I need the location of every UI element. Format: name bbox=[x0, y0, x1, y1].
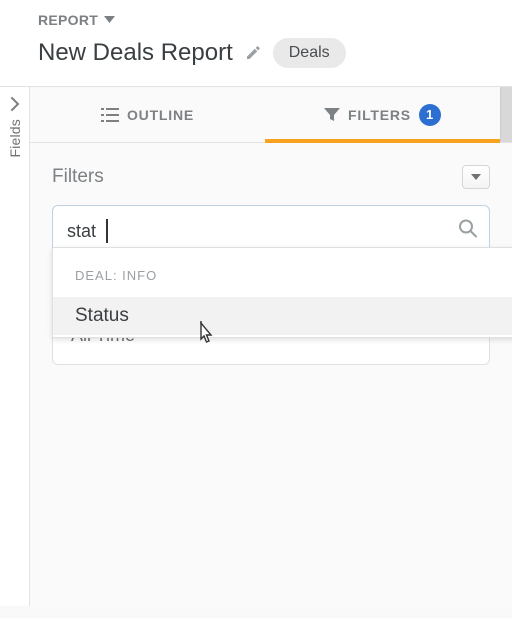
suggestion-group-label: DEAL: INFO bbox=[53, 266, 512, 297]
adjacent-panel-stub bbox=[500, 87, 512, 142]
filter-icon bbox=[324, 108, 340, 122]
fields-rail[interactable]: Fields bbox=[0, 87, 30, 606]
panel-tabs: OUTLINE FILTERS 1 bbox=[30, 87, 512, 143]
filter-suggestions: DEAL: INFO Status bbox=[52, 247, 512, 338]
filters-options-button[interactable] bbox=[462, 165, 490, 189]
suggestion-item-status[interactable]: Status bbox=[53, 297, 512, 335]
filters-count-badge: 1 bbox=[419, 104, 441, 126]
text-caret bbox=[106, 219, 108, 243]
caret-down-icon bbox=[471, 174, 481, 181]
outline-icon bbox=[101, 108, 119, 122]
page-title: New Deals Report bbox=[38, 39, 233, 67]
suggestion-item-label: Status bbox=[75, 305, 129, 326]
tab-outline[interactable]: OUTLINE bbox=[30, 87, 265, 142]
breadcrumb-label: REPORT bbox=[38, 12, 98, 28]
pencil-icon bbox=[245, 45, 261, 61]
search-button[interactable] bbox=[458, 219, 478, 244]
chevron-down-icon bbox=[104, 16, 115, 24]
chevron-right-icon bbox=[10, 97, 20, 111]
breadcrumb-report[interactable]: REPORT bbox=[38, 12, 115, 28]
tab-filters-label: FILTERS bbox=[348, 107, 411, 123]
tab-filters[interactable]: FILTERS 1 bbox=[265, 87, 500, 142]
fields-rail-label: Fields bbox=[7, 119, 23, 158]
tab-outline-label: OUTLINE bbox=[127, 107, 194, 123]
entity-pill-deals[interactable]: Deals bbox=[273, 38, 346, 68]
edit-title-button[interactable] bbox=[245, 45, 261, 61]
search-icon bbox=[458, 219, 478, 239]
filters-heading: Filters bbox=[52, 166, 104, 188]
report-header: REPORT New Deals Report Deals bbox=[0, 0, 512, 86]
main-area: OUTLINE FILTERS 1 Filters bbox=[30, 87, 512, 606]
